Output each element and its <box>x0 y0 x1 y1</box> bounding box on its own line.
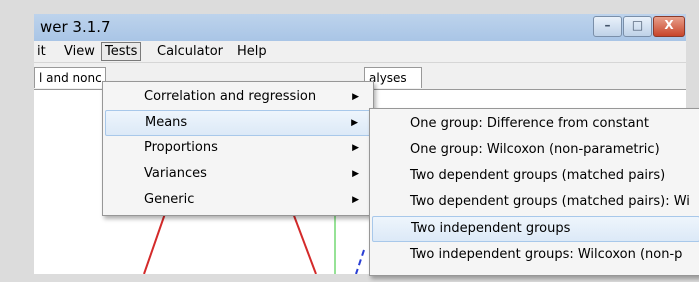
menu-bar: it View Tests Calculator Help <box>34 41 686 63</box>
submenu-arrow-icon: ▶ <box>352 195 359 205</box>
maximize-icon: □ <box>631 18 644 32</box>
minimize-icon: – <box>604 18 611 32</box>
menu-item-correlation[interactable]: Correlation and regression ▶ <box>103 85 371 109</box>
menu-item-label: Two dependent groups (matched pairs): Wi <box>410 194 690 209</box>
menu-tests[interactable]: Tests <box>101 42 142 61</box>
menu-item-label: Variances <box>144 166 207 181</box>
submenu-arrow-icon: ▶ <box>352 169 359 179</box>
tab-central-noncentral[interactable]: l and nonc <box>34 67 106 88</box>
tests-menu: Correlation and regression ▶ Means ▶ Pro… <box>102 81 374 216</box>
submenu-arrow-icon: ▶ <box>351 118 358 128</box>
submenu-item-one-group-wilcoxon[interactable]: One group: Wilcoxon (non-parametric) <box>370 138 699 162</box>
menu-calculator[interactable]: Calculator <box>154 43 226 60</box>
menu-item-label: Proportions <box>144 140 218 155</box>
menu-view[interactable]: View <box>61 43 98 60</box>
menu-item-label: Generic <box>144 192 195 207</box>
submenu-item-two-independent-wilcoxon[interactable]: Two independent groups: Wilcoxon (non-p <box>370 243 699 267</box>
menu-item-label: Two dependent groups (matched pairs) <box>410 168 666 183</box>
menu-item-label: Correlation and regression <box>144 89 317 104</box>
menu-help[interactable]: Help <box>234 43 270 60</box>
menu-item-label: One group: Difference from constant <box>410 116 649 131</box>
menu-edit[interactable]: it <box>34 43 49 60</box>
menu-item-label: One group: Wilcoxon (non-parametric) <box>410 142 660 157</box>
close-button[interactable]: X <box>653 16 685 37</box>
menu-item-proportions[interactable]: Proportions ▶ <box>103 136 371 160</box>
menu-item-means[interactable]: Means ▶ <box>105 110 371 136</box>
submenu-item-one-group-constant[interactable]: One group: Difference from constant <box>370 112 699 136</box>
menu-item-variances[interactable]: Variances ▶ <box>103 162 371 186</box>
menu-item-generic[interactable]: Generic ▶ <box>103 188 371 212</box>
minimize-button[interactable]: – <box>593 16 622 37</box>
close-icon: X <box>664 18 674 32</box>
submenu-arrow-icon: ▶ <box>352 143 359 153</box>
menu-item-label: Means <box>145 115 188 130</box>
menu-item-label: Two independent groups: Wilcoxon (non-p <box>410 247 683 262</box>
submenu-item-two-dependent-wilcoxon[interactable]: Two dependent groups (matched pairs): Wi <box>370 190 699 214</box>
window-controls: – □ X <box>593 16 686 37</box>
menu-item-label: Two independent groups <box>411 221 571 236</box>
blue-curve <box>355 249 365 274</box>
maximize-button[interactable]: □ <box>623 16 652 37</box>
title-bar[interactable]: wer 3.1.7 – □ X <box>34 14 686 41</box>
window-title: wer 3.1.7 <box>40 18 111 36</box>
submenu-item-two-dependent[interactable]: Two dependent groups (matched pairs) <box>370 164 699 188</box>
submenu-item-two-independent[interactable]: Two independent groups <box>372 216 699 242</box>
submenu-arrow-icon: ▶ <box>352 92 359 102</box>
means-submenu: One group: Difference from constant One … <box>369 108 699 276</box>
